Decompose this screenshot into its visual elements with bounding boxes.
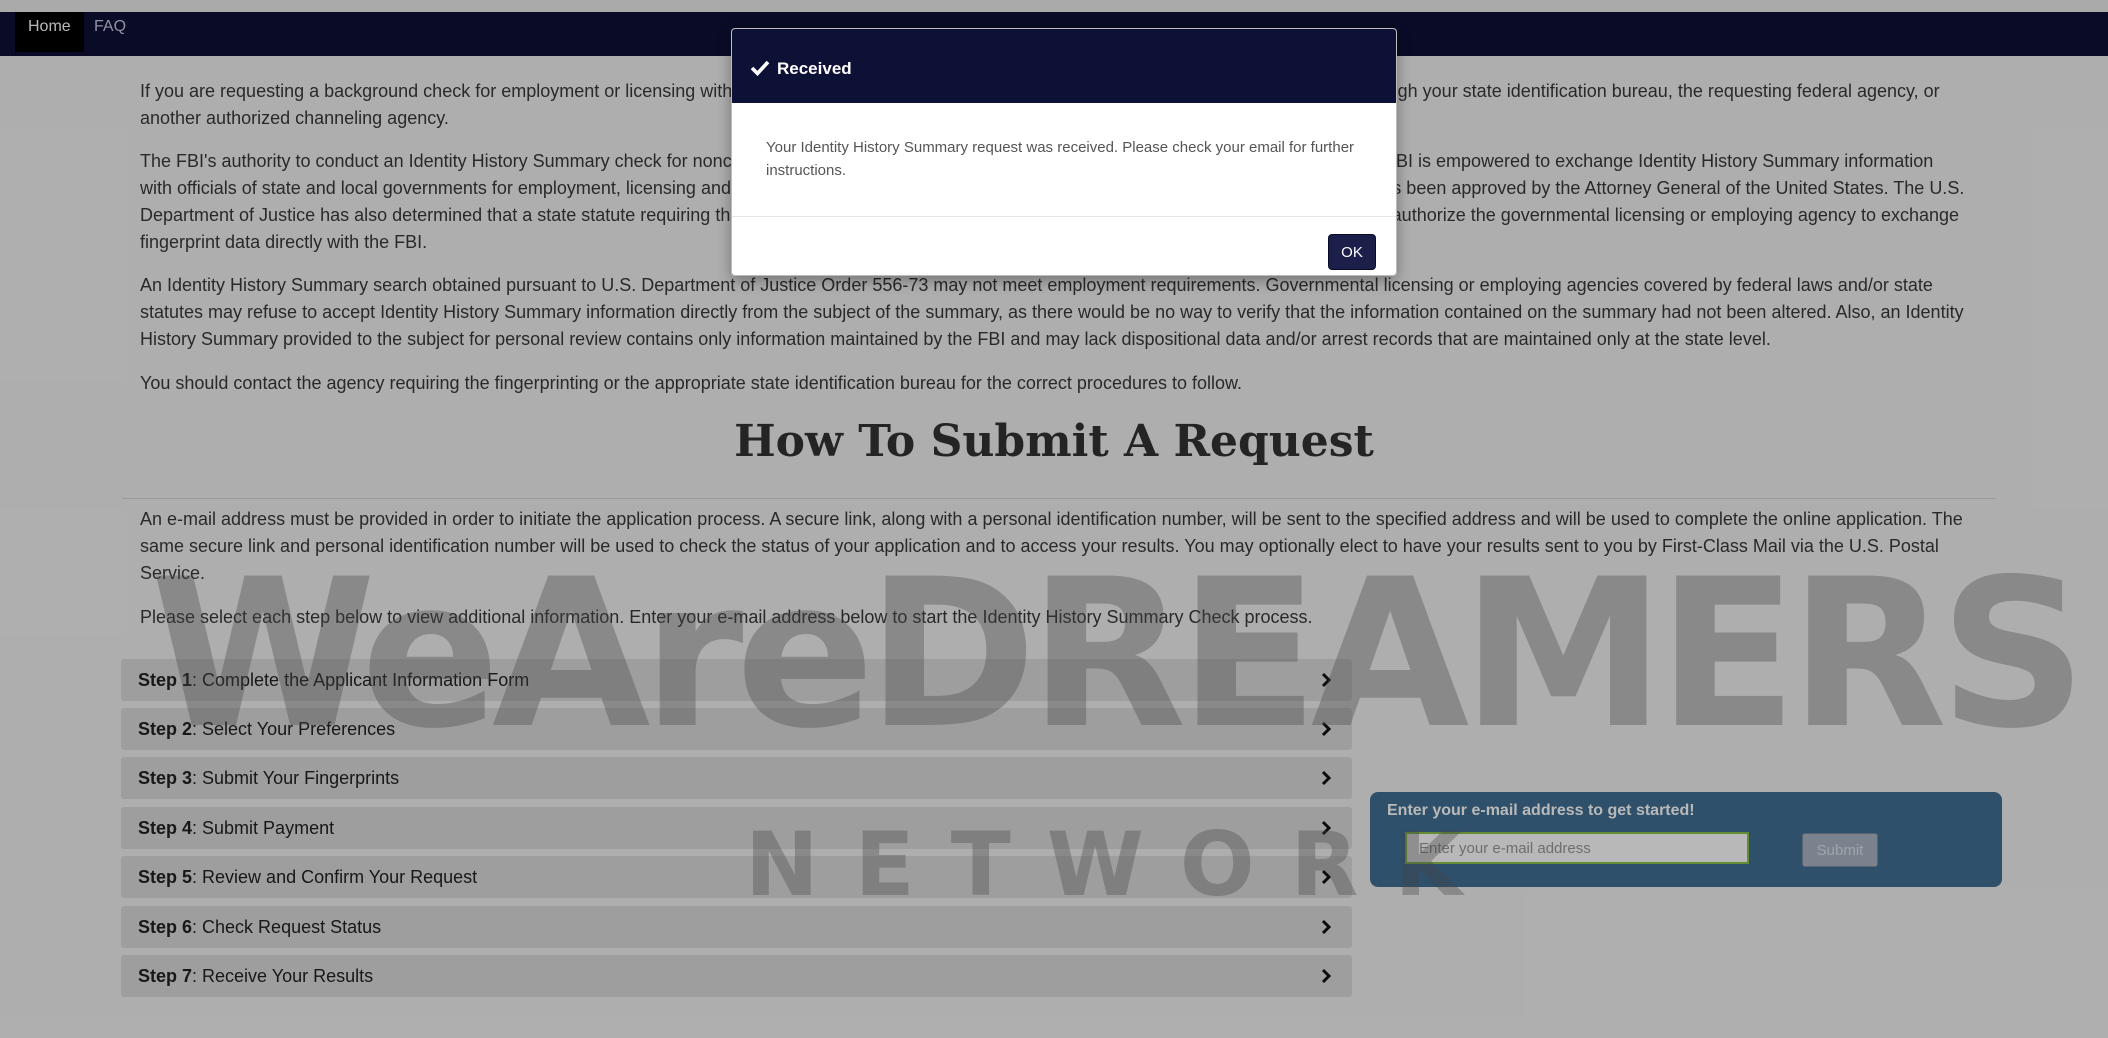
dialog-title: Received — [777, 59, 852, 78]
dialog-header: Received — [732, 29, 1396, 103]
received-dialog: Received Your Identity History Summary r… — [731, 28, 1397, 276]
dialog-message: Your Identity History Summary request wa… — [766, 139, 1355, 179]
dialog-divider — [732, 216, 1396, 217]
check-icon — [750, 60, 770, 76]
ok-button[interactable]: OK — [1328, 234, 1376, 270]
